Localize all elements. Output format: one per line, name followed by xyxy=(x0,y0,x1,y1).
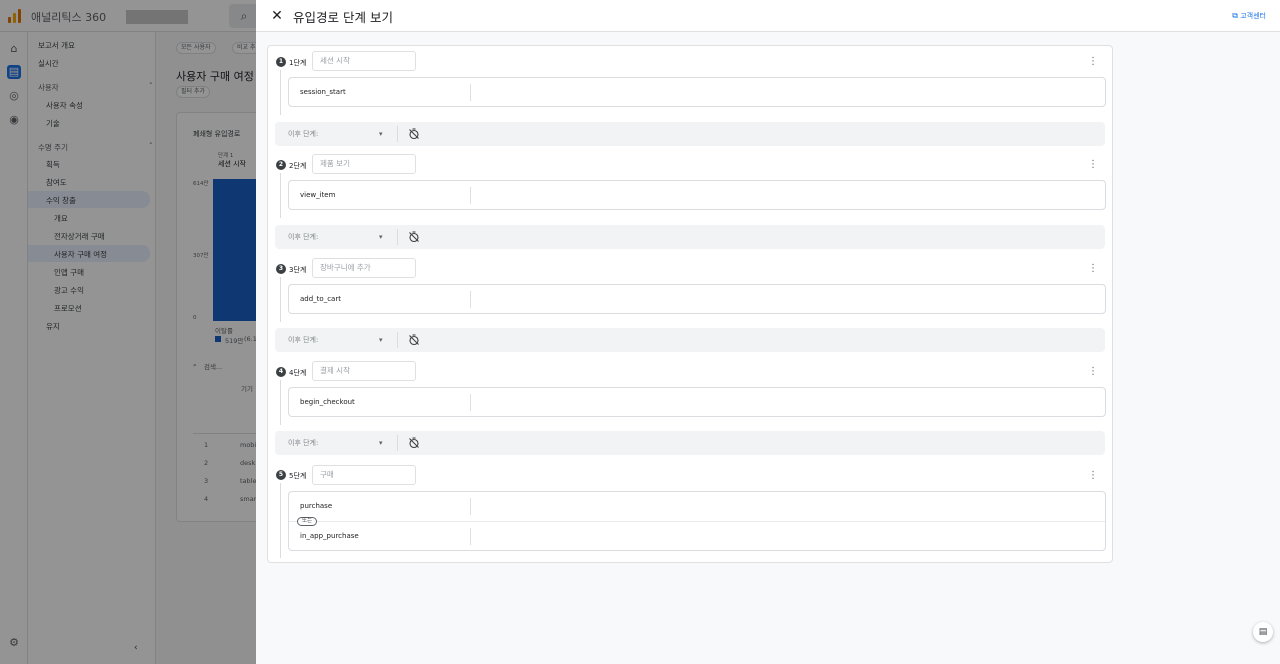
step-number-badge: 2 xyxy=(276,160,286,170)
step-label: 3단계 xyxy=(289,266,307,274)
divider xyxy=(470,394,471,411)
external-link-icon: ⧉ xyxy=(1232,11,1238,20)
event-name[interactable]: add_to_cart xyxy=(300,285,341,314)
event-name[interactable]: begin_checkout xyxy=(300,388,355,417)
timer-off-icon[interactable] xyxy=(408,437,420,449)
step-name-input[interactable]: 구매 xyxy=(312,465,416,485)
step-name-input[interactable]: 결제 시작 xyxy=(312,361,416,381)
more-vert-icon[interactable]: ⋮ xyxy=(1088,263,1098,274)
divider xyxy=(470,498,471,515)
step-number-badge: 3 xyxy=(276,264,286,274)
event-condition-box[interactable]: purchase 또는 in_app_purchase xyxy=(288,491,1106,551)
event-condition-box[interactable]: add_to_cart xyxy=(288,284,1106,314)
divider xyxy=(397,126,398,142)
step-gap-row: 이후 단계: ▾ xyxy=(275,431,1105,455)
timer-off-icon[interactable] xyxy=(408,334,420,346)
divider xyxy=(397,435,398,451)
divider xyxy=(470,528,471,545)
event-condition-box[interactable]: begin_checkout xyxy=(288,387,1106,417)
dropdown-arrow-icon[interactable]: ▾ xyxy=(379,328,383,352)
step-connector xyxy=(280,380,281,425)
funnel-steps-panel: ✕ 유입경로 단계 보기 ⧉ 고객센터 1 1단계 세션 시작 ⋮ sessio… xyxy=(256,0,1280,664)
step-label: 4단계 xyxy=(289,369,307,377)
step-number-badge: 4 xyxy=(276,367,286,377)
next-step-select[interactable]: 이후 단계: xyxy=(288,122,386,146)
more-vert-icon[interactable]: ⋮ xyxy=(1088,159,1098,170)
timer-off-icon[interactable] xyxy=(408,231,420,243)
divider xyxy=(470,291,471,308)
step-connector xyxy=(280,483,281,558)
event-name[interactable]: view_item xyxy=(300,181,335,210)
next-step-select[interactable]: 이후 단계: xyxy=(288,431,386,455)
help-center-link[interactable]: ⧉ 고객센터 xyxy=(1232,11,1266,21)
help-center-label: 고객센터 xyxy=(1240,12,1266,20)
event-condition-box[interactable]: view_item xyxy=(288,180,1106,210)
step-number-badge: 5 xyxy=(276,470,286,480)
more-vert-icon[interactable]: ⋮ xyxy=(1088,366,1098,377)
step-gap-row: 이후 단계: ▾ xyxy=(275,328,1105,352)
divider xyxy=(470,84,471,101)
dropdown-arrow-icon[interactable]: ▾ xyxy=(379,225,383,249)
close-icon[interactable]: ✕ xyxy=(269,8,285,24)
divider xyxy=(470,187,471,204)
step-name-input[interactable]: 세션 시작 xyxy=(312,51,416,71)
more-vert-icon[interactable]: ⋮ xyxy=(1088,56,1098,67)
step-connector xyxy=(280,173,281,218)
steps-card: 1 1단계 세션 시작 ⋮ session_start 이후 단계: ▾ 2 2… xyxy=(267,45,1113,563)
modal-scrim[interactable] xyxy=(0,0,256,664)
step-connector xyxy=(280,277,281,322)
divider xyxy=(397,229,398,245)
step-gap-row: 이후 단계: ▾ xyxy=(275,225,1105,249)
panel-title: 유입경로 단계 보기 xyxy=(293,10,393,25)
panel-header: ✕ 유입경로 단계 보기 ⧉ 고객센터 xyxy=(256,0,1280,32)
dropdown-arrow-icon[interactable]: ▾ xyxy=(379,122,383,146)
step-number-badge: 1 xyxy=(276,57,286,67)
step-name-input[interactable]: 장바구니에 추가 xyxy=(312,258,416,278)
divider xyxy=(397,332,398,348)
step-connector xyxy=(280,70,281,115)
feedback-icon[interactable]: ▤ xyxy=(1253,622,1273,642)
event-name[interactable]: in_app_purchase xyxy=(300,522,359,551)
dropdown-arrow-icon[interactable]: ▾ xyxy=(379,431,383,455)
step-label: 1단계 xyxy=(289,59,307,67)
step-name-input[interactable]: 제품 보기 xyxy=(312,154,416,174)
next-step-select[interactable]: 이후 단계: xyxy=(288,225,386,249)
step-label: 5단계 xyxy=(289,472,307,480)
event-name[interactable]: session_start xyxy=(300,78,346,107)
step-label: 2단계 xyxy=(289,162,307,170)
more-vert-icon[interactable]: ⋮ xyxy=(1088,470,1098,481)
event-condition-box[interactable]: session_start xyxy=(288,77,1106,107)
next-step-select[interactable]: 이후 단계: xyxy=(288,328,386,352)
timer-off-icon[interactable] xyxy=(408,128,420,140)
step-gap-row: 이후 단계: ▾ xyxy=(275,122,1105,146)
row-divider xyxy=(289,521,1105,522)
